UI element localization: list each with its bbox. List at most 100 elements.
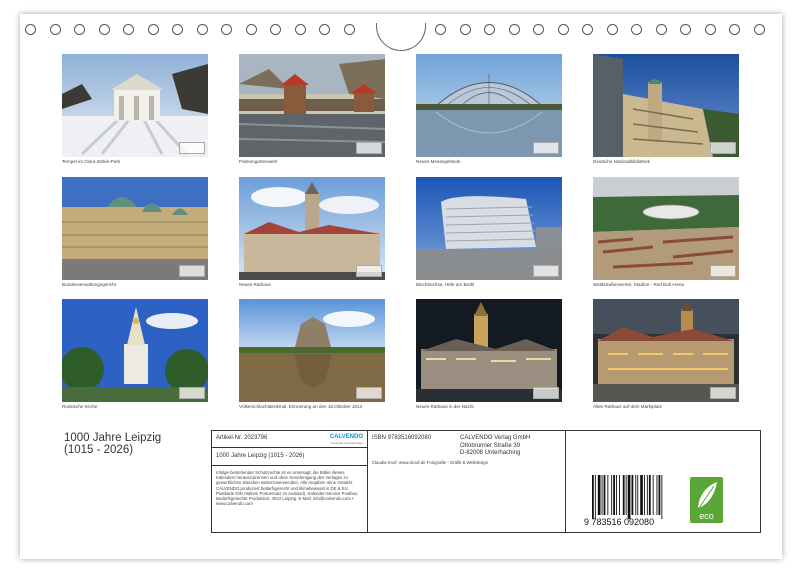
photo-image: [62, 177, 208, 280]
binding-ring: [147, 24, 159, 35]
photo-tile: Waldstraßenviertel, Stadion - Red Bull A…: [593, 177, 739, 287]
photo-image: [593, 177, 739, 280]
binding-ring: [606, 24, 618, 35]
title-line-1: 1000 Jahre Leipzig: [64, 432, 162, 444]
binding-ring: [655, 24, 667, 35]
mini-calendar: [710, 387, 736, 399]
photo-caption: Blechbüchse, Höfe am Brühl: [416, 282, 475, 287]
binding-ring: [49, 24, 61, 35]
binding-ring: [753, 24, 765, 35]
isbn: ISBN 9783516092080: [372, 435, 432, 441]
binding-ring: [704, 24, 716, 35]
binding-ring: [98, 24, 110, 35]
publisher-street: Ottobrunner Straße 39: [460, 442, 521, 449]
binding-ring: [533, 24, 544, 35]
eco-label-text: eco: [699, 511, 714, 521]
mini-calendar: [533, 265, 559, 277]
photo-caption: Palmengartenwehr: [239, 159, 278, 164]
photo-tile: Bundesverwaltungsgericht: [62, 177, 208, 287]
photo-tile: Russische Kirche: [62, 299, 208, 409]
photo-tile: Blechbüchse, Höfe am Brühl: [416, 177, 562, 287]
mini-calendar: [179, 142, 205, 154]
mini-calendar: [533, 142, 559, 154]
binding-ring: [435, 24, 446, 35]
photo-caption: Altes Rathaus auf dem Marktplatz: [593, 404, 662, 409]
photo-tile: Palmengartenwehr: [239, 54, 385, 164]
binding-ring: [196, 24, 208, 35]
publisher-address: CALVENDO Verlag GmbH Ottobrunner Straße …: [460, 435, 530, 458]
isbn-barcode: 9 783516 092080: [584, 475, 663, 527]
photo-tile: Deutsche Nationalbibliothek: [593, 54, 739, 164]
article-number: Artikel-Nr. 2023796: [216, 435, 268, 441]
legal-text: Infolge bestehender Schutzrechte ist es …: [216, 470, 359, 507]
calvendo-logo: CALVENDO: [329, 434, 363, 440]
photo-tile: Völkerschlachtdenkmal, Erinnerung an den…: [239, 299, 385, 409]
binding-ring: [245, 24, 257, 35]
binding-ring: [729, 24, 740, 35]
photo-tile: Altes Rathaus auf dem Marktplatz: [593, 299, 739, 409]
photo-caption: Waldstraßenviertel, Stadion - Red Bull A…: [593, 282, 684, 287]
binding-ring: [319, 24, 330, 35]
binding-ring: [25, 24, 36, 35]
binding-ring: [74, 24, 85, 35]
binding-ring: [270, 24, 281, 35]
mini-calendar: [710, 142, 736, 154]
photo-caption: Russische Kirche: [62, 404, 98, 409]
photo-caption: Bundesverwaltungsgericht: [62, 282, 116, 287]
photo-tile: Neues Messegelände: [416, 54, 562, 164]
photo-image: [239, 54, 385, 157]
calendar-back-cover: Tempel im Clara-Zetkin-Park Palmengarten…: [20, 14, 782, 559]
product-title-row: 1000 Jahre Leipzig (1015 - 2026): [212, 448, 367, 466]
mini-calendar: [356, 387, 382, 399]
photo-caption: Neues Messegelände: [416, 159, 461, 164]
info-column-article: Artikel-Nr. 2023796 CALVENDO Gedruckt au…: [212, 431, 368, 532]
photo-image: [416, 299, 562, 402]
photo-image: [62, 299, 208, 402]
photo-image: [416, 54, 562, 157]
photo-caption: Neues Rathaus in der Nacht: [416, 404, 474, 409]
binding-ring: [172, 24, 183, 35]
calendar-title: 1000 Jahre Leipzig (1015 - 2026): [64, 432, 161, 456]
binding-ring: [557, 24, 569, 35]
eco-label: eco: [690, 477, 723, 523]
binding-ring: [582, 24, 593, 35]
title-line-2: (1015 - 2026): [64, 444, 134, 456]
photo-image: [593, 54, 739, 157]
binding-ring: [508, 24, 520, 35]
photo-caption: Völkerschlachtdenkmal, Erinnerung an den…: [239, 404, 363, 409]
binding-ring: [631, 24, 642, 35]
photo-image: [62, 54, 208, 157]
binding-ring: [123, 24, 134, 35]
photo-tile: Neues Rathaus in der Nacht: [416, 299, 562, 409]
info-column-publisher: ISBN 9783516092080 CALVENDO Verlag GmbH …: [368, 431, 566, 532]
mini-calendar: [710, 265, 736, 277]
hanger-hook: [376, 23, 426, 51]
mini-calendar: [356, 265, 382, 277]
photo-image: [593, 299, 739, 402]
product-title: 1000 Jahre Leipzig (1015 - 2026): [216, 453, 305, 459]
photo-image: [416, 177, 562, 280]
binding-ring: [294, 24, 306, 35]
article-row: Artikel-Nr. 2023796 CALVENDO Gedruckt au…: [212, 431, 367, 448]
photo-tile: Tempel im Clara-Zetkin-Park: [62, 54, 208, 164]
photo-image: [239, 177, 385, 280]
binding-ring: [680, 24, 691, 35]
photo-caption: Tempel im Clara-Zetkin-Park: [62, 159, 121, 164]
binding-ring: [343, 24, 355, 35]
photo-image: [239, 299, 385, 402]
info-column-barcode: 9 783516 092080 eco: [566, 431, 760, 532]
publisher-name: CALVENDO Verlag GmbH: [460, 435, 531, 441]
mini-calendar: [179, 387, 205, 399]
calvendo-tagline: Gedruckt auf Nachfrage: [331, 441, 363, 445]
photo-caption: Deutsche Nationalbibliothek: [593, 159, 650, 164]
photo-caption: Neues Rathaus: [239, 282, 271, 287]
photo-tile: Neues Rathaus: [239, 177, 385, 287]
photographer-credit: Claudia Knof, www.cknof.de Fotografie - …: [372, 460, 488, 465]
mini-calendar: [533, 387, 559, 399]
mini-calendar: [179, 265, 205, 277]
mini-calendar: [356, 142, 382, 154]
barcode-number: 9 783516 092080: [584, 517, 654, 527]
binding-ring: [221, 24, 232, 35]
binding-ring: [484, 24, 495, 35]
binding-rings: [20, 23, 782, 51]
